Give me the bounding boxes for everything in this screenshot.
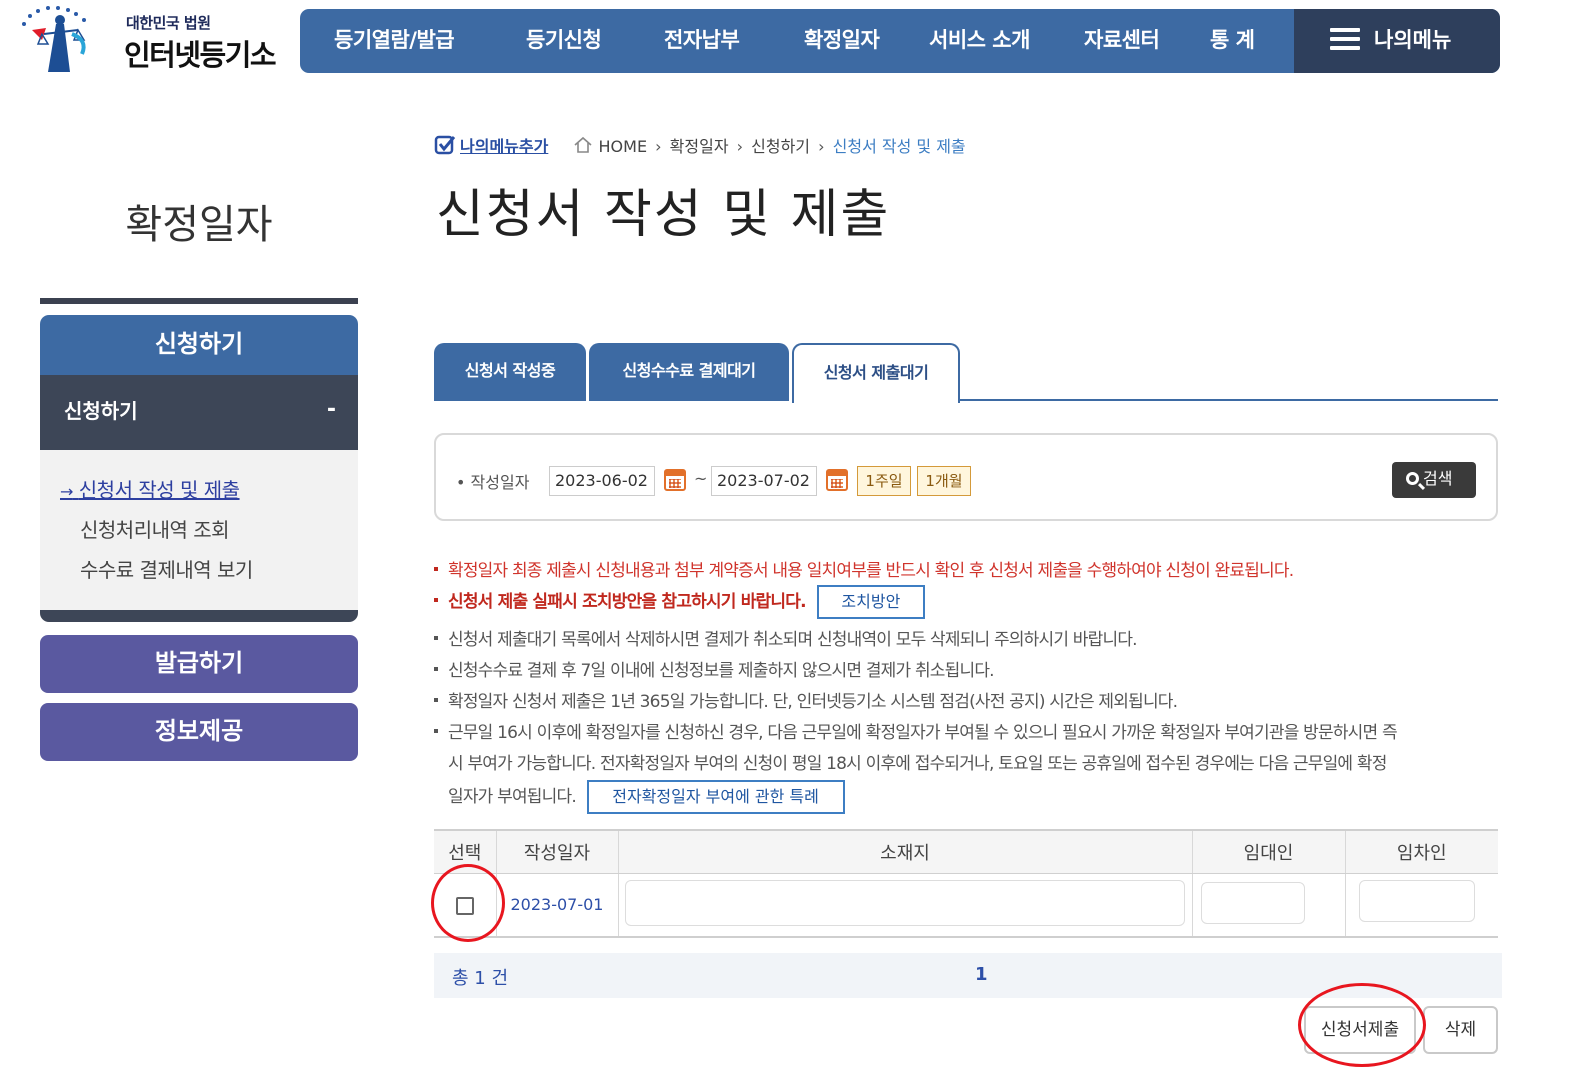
top-navigation: 등기열람/발급 등기신청 전자납부 확정일자 서비스 소개 자료센터 통 계 나… — [300, 9, 1500, 73]
chevron-right-icon: › — [655, 137, 662, 156]
breadcrumb-fixed-date[interactable]: 확정일자 — [670, 137, 729, 156]
tab-submit-pending[interactable]: 신청서 제출대기 — [792, 343, 960, 403]
address-value — [624, 879, 1185, 926]
tab-underline — [958, 399, 1498, 401]
date-range-separator: ~ — [694, 469, 708, 488]
court-emblem-icon — [22, 6, 86, 72]
sidebar-item-history[interactable]: 신청처리내역 조회 — [80, 514, 230, 543]
search-button[interactable]: 검색 — [1392, 462, 1476, 498]
calendar-icon[interactable] — [664, 469, 686, 491]
nav-item-fixed-date[interactable]: 확정일자 — [804, 9, 880, 73]
notice-item: 신청서 제출 실패시 조치방안을 참고하시기 바랍니다. 조치방안 — [434, 585, 925, 619]
sidebar-list-bottom — [40, 610, 358, 622]
nav-item-data-center[interactable]: 자료센터 — [1084, 9, 1160, 73]
sidebar-section-apply[interactable]: 신청하기 — [40, 315, 358, 375]
period-1month-button[interactable]: 1개월 — [917, 466, 971, 496]
notice-item: 근무일 16시 이후에 확정일자를 신청하신 경우, 다음 근무일에 확정일자가… — [434, 718, 1398, 814]
col-lessor: 임대인 — [1191, 829, 1345, 874]
sidebar-info-button[interactable]: 정보제공 — [40, 703, 358, 761]
nav-item-registry-apply[interactable]: 등기신청 — [526, 9, 602, 73]
notice-item: 확정일자 신청서 제출은 1년 365일 가능합니다. 단, 인터넷등기소 시스… — [434, 687, 1178, 712]
sidebar-title: 확정일자 — [125, 202, 273, 248]
tab-payment-pending[interactable]: 신청수수료 결제대기 — [589, 343, 789, 401]
col-address: 소재지 — [617, 829, 1192, 874]
sidebar-submenu-label: 신청하기 — [64, 399, 138, 423]
annotation-circle-submit — [1298, 983, 1426, 1067]
notice-item: 확정일자 최종 제출시 신청내용과 첨부 계약증서 내용 일치여부를 반드시 확… — [434, 556, 1294, 581]
chevron-right-icon: › — [736, 137, 744, 156]
my-menu-button[interactable]: 나의메뉴 — [1294, 9, 1500, 73]
my-menu-label: 나의메뉴 — [1374, 28, 1452, 52]
notice-item: 신청수수료 결제 후 7일 이내에 신청정보를 제출하지 않으시면 결제가 취소… — [434, 656, 995, 681]
site-name: 인터넷등기소 — [124, 38, 277, 72]
total-count: 총 1 건 — [452, 968, 509, 989]
notice-item: 신청서 제출대기 목록에서 삭제하시면 결제가 취소되며 신청내역이 모두 삭제… — [434, 625, 1138, 650]
page-number[interactable]: 1 — [975, 964, 988, 985]
search-date-label: • 작성일자 — [456, 473, 530, 492]
nav-item-registry-view[interactable]: 등기열람/발급 — [334, 9, 455, 73]
search-icon — [1406, 472, 1419, 485]
application-table: 선택 작성일자 소재지 임대인 임차인 2023-07-01 — [434, 829, 1498, 938]
page-title: 신청서 작성 및 제출 — [436, 185, 891, 245]
search-button-label: 검색 — [1423, 469, 1453, 488]
sidebar-list: → 신청서 작성 및 제출 신청처리내역 조회 수수료 결제내역 보기 — [40, 450, 358, 610]
breadcrumb: 나의메뉴추가 HOME › 확정일자 › 신청하기 › 신청서 작성 및 제출 — [434, 133, 966, 159]
nav-item-e-payment[interactable]: 전자납부 — [664, 9, 740, 73]
row-date-link[interactable]: 2023-07-01 — [511, 895, 604, 914]
breadcrumb-current: 신청서 작성 및 제출 — [832, 137, 966, 156]
period-1week-button[interactable]: 1주일 — [857, 466, 911, 496]
checkbox-check-icon — [434, 135, 456, 155]
tab-writing[interactable]: 신청서 작성중 — [434, 343, 586, 401]
annotation-circle-checkbox — [431, 864, 505, 942]
date-to-input[interactable]: 2023-07-02 — [711, 466, 817, 496]
sidebar-issue-button[interactable]: 발급하기 — [40, 635, 358, 693]
lessee-cell — [1344, 873, 1498, 938]
col-lessee: 임차인 — [1344, 829, 1498, 874]
chevron-right-icon: › — [818, 137, 825, 156]
lessor-value — [1200, 881, 1305, 924]
table-row: 2023-07-01 — [434, 873, 1498, 938]
sidebar-item-label: 신청서 작성 및 제출 — [78, 478, 240, 502]
sidebar-item-write-submit[interactable]: → 신청서 작성 및 제출 — [60, 474, 240, 503]
nav-item-statistics[interactable]: 통 계 — [1210, 9, 1255, 73]
lessee-value — [1358, 879, 1475, 922]
calendar-icon[interactable] — [826, 469, 848, 491]
delete-button[interactable]: 삭제 — [1423, 1006, 1498, 1054]
date-cell: 2023-07-01 — [495, 873, 618, 938]
court-name: 대한민국 법원 — [126, 14, 211, 32]
sidebar-divider — [40, 298, 358, 304]
col-date: 작성일자 — [495, 829, 618, 874]
address-cell — [617, 873, 1192, 938]
date-from-input[interactable]: 2023-06-02 — [549, 466, 655, 496]
table-header-row: 선택 작성일자 소재지 임대인 임차인 — [434, 829, 1498, 874]
breadcrumb-apply[interactable]: 신청하기 — [751, 137, 810, 156]
hamburger-icon — [1330, 28, 1360, 50]
remedy-button[interactable]: 조치방안 — [816, 585, 925, 619]
special-rule-button[interactable]: 전자확정일자 부여에 관한 특례 — [586, 780, 845, 814]
nav-item-service-intro[interactable]: 서비스 소개 — [929, 9, 1030, 73]
breadcrumb-home[interactable]: HOME — [599, 137, 648, 156]
arrow-right-icon: → — [60, 482, 73, 501]
search-panel: • 작성일자 2023-06-02 ~ 2023-07-02 1주일 1개월 검… — [434, 433, 1498, 521]
site-logo[interactable]: 대한민국 법원 인터넷등기소 — [18, 4, 288, 74]
lessor-cell — [1191, 873, 1345, 938]
collapse-icon[interactable]: - — [327, 373, 336, 446]
sidebar-submenu-apply[interactable]: 신청하기 - — [40, 375, 358, 450]
home-icon — [574, 136, 592, 153]
sidebar-item-fee-history[interactable]: 수수료 결제내역 보기 — [80, 554, 253, 583]
add-my-menu-link[interactable]: 나의메뉴추가 — [460, 137, 548, 156]
